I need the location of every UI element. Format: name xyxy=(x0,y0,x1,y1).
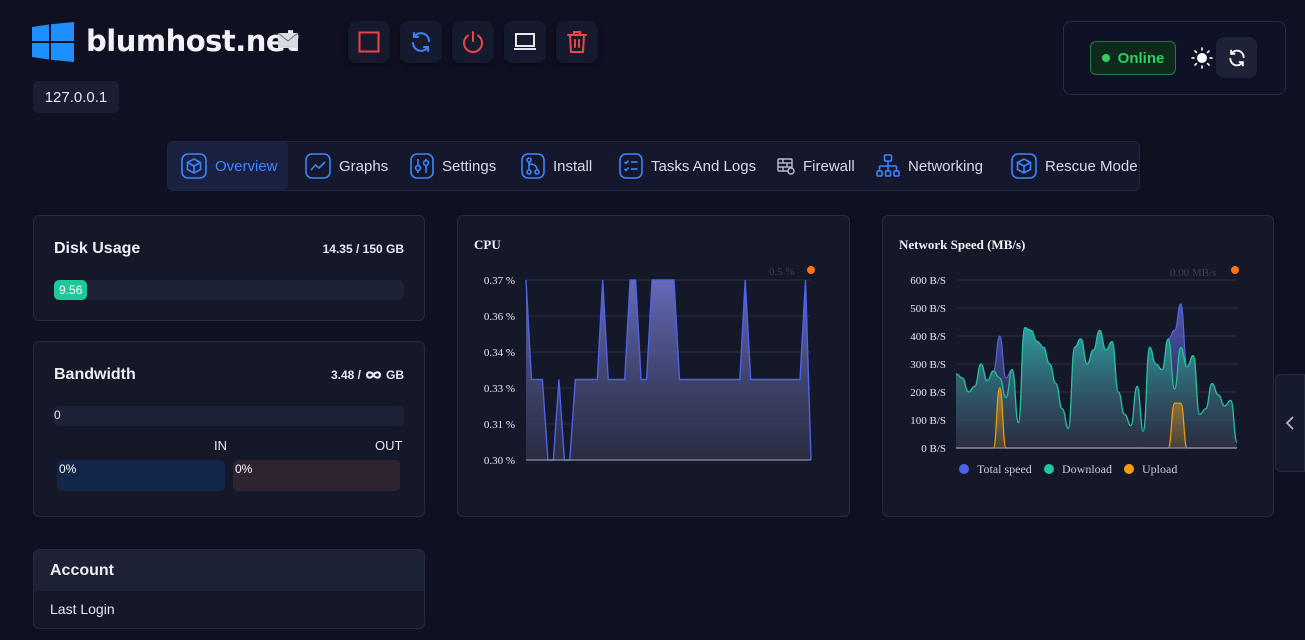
network-legend: Total speed Download Upload xyxy=(959,462,1177,476)
legend-total-label: Total speed xyxy=(977,462,1032,476)
chevron-left-icon xyxy=(1285,416,1294,430)
tab-label: Overview xyxy=(215,157,278,175)
git-icon xyxy=(521,153,545,179)
account-title: Account xyxy=(50,562,114,579)
network-live-marker xyxy=(1231,266,1239,274)
cpu-live-marker xyxy=(807,266,815,274)
line-chart-icon xyxy=(305,153,331,179)
bandwidth-title: Bandwidth xyxy=(54,366,136,383)
tab-label: Rescue Mode xyxy=(1045,157,1138,175)
cpu-ytick-label: 0.30 % xyxy=(484,455,515,467)
restart-icon xyxy=(412,32,430,52)
tab-overview[interactable]: Overview xyxy=(168,142,288,190)
disk-usage-card xyxy=(33,215,425,321)
laptop-icon xyxy=(514,33,536,50)
delete-button[interactable] xyxy=(556,21,598,63)
network-chart: 0.00 MB/s Total speed Download Upload 60… xyxy=(910,266,1239,476)
legend-download-label: Download xyxy=(1062,462,1112,476)
restart-button[interactable] xyxy=(400,21,442,63)
network-ytick-label: 0 B/S xyxy=(921,443,946,455)
tab-label: Networking xyxy=(908,157,984,175)
checklist-icon xyxy=(619,153,643,179)
bandwidth-used: 3.48 / xyxy=(330,368,361,382)
disk-usage-fill: 9.56 xyxy=(54,280,88,300)
legend-upload-label: Upload xyxy=(1142,462,1177,476)
network-ytick-label: 300 B/S xyxy=(910,359,946,371)
cpu-ytick-label: 0.34 % xyxy=(484,347,515,359)
legend-upload-swatch xyxy=(1124,464,1134,474)
tab-firewall[interactable]: Firewall xyxy=(777,142,855,190)
mail-icon[interactable] xyxy=(278,33,298,48)
cpu-chart: 0.5 % 0.37 % 0.36 % 0.34 % 0.33 % 0.31 % 0.30… xyxy=(484,266,815,467)
tab-tasks-and-logs[interactable]: Tasks And Logs xyxy=(619,142,756,190)
side-panel-toggle[interactable] xyxy=(1275,374,1305,472)
site-title: blumhost.net xyxy=(86,24,299,58)
bandwidth-value: 3.48 / GB xyxy=(331,368,404,382)
cpu-current-value: 0.5 % xyxy=(769,266,795,278)
cpu-ytick-label: 0.33 % xyxy=(484,383,515,395)
sliders-icon xyxy=(410,153,434,179)
rescue-icon xyxy=(1011,153,1037,179)
tab-label: Settings xyxy=(442,157,497,175)
legend-total-swatch xyxy=(959,464,969,474)
bandwidth-bar: 0 xyxy=(54,406,404,426)
network-icon xyxy=(876,154,900,177)
network-ytick-label: 500 B/S xyxy=(910,303,946,315)
tab-label: Firewall xyxy=(803,157,855,175)
tab-settings[interactable]: Settings xyxy=(410,142,496,190)
infinity-icon xyxy=(365,371,382,379)
in-value: 0% xyxy=(59,462,77,476)
tab-graphs[interactable]: Graphs xyxy=(305,142,388,190)
firewall-icon xyxy=(777,158,795,175)
trash-icon xyxy=(567,31,587,53)
cube-icon xyxy=(181,153,207,179)
disk-usage-value: 14.35 / 150 GB xyxy=(322,242,404,256)
tab-install[interactable]: Install xyxy=(521,142,592,190)
cpu-ytick-label: 0.37 % xyxy=(484,275,515,287)
bandwidth-bar-value: 0 xyxy=(54,408,61,422)
legend-download-swatch xyxy=(1044,464,1054,474)
last-login-label: Last Login xyxy=(50,601,115,617)
network-current-value: 0.00 MB/s xyxy=(1170,267,1216,279)
tab-label: Tasks And Logs xyxy=(651,157,757,175)
status-badge: Online xyxy=(1090,41,1176,75)
power-button[interactable] xyxy=(452,21,494,63)
account-card xyxy=(33,549,425,629)
stop-icon xyxy=(358,31,380,53)
windows-logo-icon xyxy=(32,22,74,62)
stop-button[interactable] xyxy=(348,21,390,63)
out-label: OUT xyxy=(375,438,403,453)
status-label: Online xyxy=(1117,49,1165,67)
refresh-icon xyxy=(1228,49,1245,66)
console-button[interactable] xyxy=(504,21,546,63)
tab-rescue-mode[interactable]: Rescue Mode xyxy=(1011,142,1138,190)
network-ytick-label: 100 B/S xyxy=(910,415,946,427)
tab-label: Graphs xyxy=(339,157,389,175)
tab-label: Install xyxy=(553,157,593,175)
bandwidth-unit: GB xyxy=(386,368,404,382)
tab-networking[interactable]: Networking xyxy=(876,142,983,190)
disk-usage-title: Disk Usage xyxy=(54,240,141,257)
network-ytick-label: 200 B/S xyxy=(910,387,946,399)
refresh-status-button[interactable] xyxy=(1216,37,1257,78)
power-icon xyxy=(463,31,483,53)
cpu-ytick-label: 0.31 % xyxy=(484,419,515,431)
disk-usage-bar: 9.56 xyxy=(54,280,404,300)
ip-address: 127.0.0.1 xyxy=(33,81,119,113)
in-label: IN xyxy=(214,438,227,453)
cpu-ytick-label: 0.36 % xyxy=(484,311,515,323)
network-ytick-label: 400 B/S xyxy=(910,331,946,343)
theme-toggle-sun-icon[interactable] xyxy=(1191,47,1213,69)
network-ytick-label: 600 B/S xyxy=(910,275,946,287)
out-value: 0% xyxy=(235,462,253,476)
status-dot xyxy=(1101,54,1110,62)
out-bar: 0% xyxy=(233,460,400,491)
in-bar: 0% xyxy=(57,460,225,491)
cpu-area xyxy=(526,280,811,460)
